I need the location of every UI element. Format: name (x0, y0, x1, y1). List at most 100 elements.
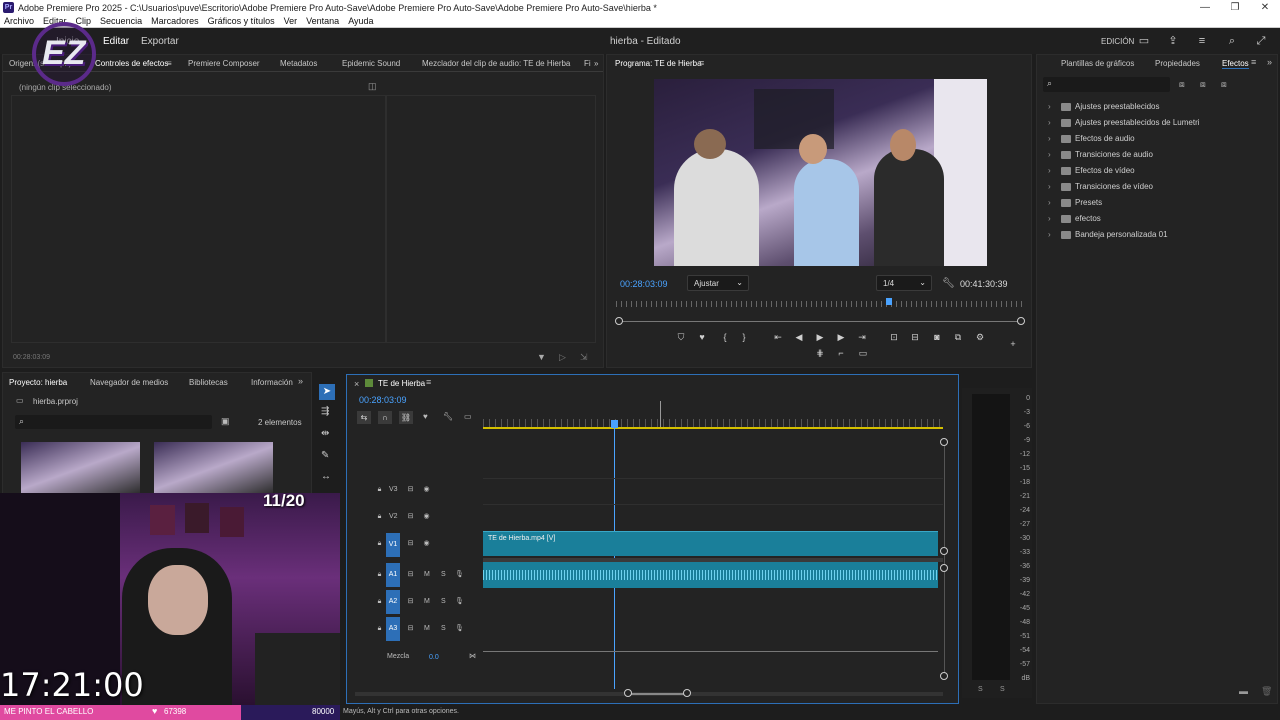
eye-icon[interactable]: ◉ (421, 484, 432, 495)
tab-informacion[interactable]: Información (251, 378, 293, 387)
work-area-bar[interactable] (483, 427, 943, 429)
wrench-icon[interactable]: 🔧︎ (942, 278, 955, 289)
meter-solo-right[interactable]: S (1000, 686, 1005, 693)
menu-secuencia[interactable]: Secuencia (100, 16, 142, 26)
linked-selection-icon[interactable]: ⛓ (399, 411, 413, 424)
track-name[interactable]: V3 (389, 486, 398, 493)
play-audio-icon[interactable]: ▷ (559, 352, 566, 363)
project-thumbnail[interactable] (21, 442, 140, 494)
go-to-in-icon[interactable]: ⇤ (771, 332, 785, 343)
add-marker-icon[interactable]: ♥ (423, 412, 428, 421)
sync-lock-icon[interactable]: ⊟ (405, 569, 416, 580)
program-zoom-bar[interactable] (619, 321, 1022, 322)
effects-folder-item[interactable]: › Transiciones de vídeo (1048, 182, 1153, 191)
zoom-handle-right[interactable] (1017, 317, 1025, 325)
32bit-effects-icon[interactable]: ⧈ (1200, 79, 1206, 90)
effects-folder-item[interactable]: › Bandeja personalizada 01 (1048, 230, 1168, 239)
vertical-scrollbar[interactable] (944, 441, 945, 677)
tab-proyecto[interactable]: Proyecto: hierba (9, 378, 67, 387)
mic-icon[interactable]: 🎙︎ (454, 596, 465, 607)
solo-button[interactable]: S (441, 625, 446, 632)
yuv-effects-icon[interactable]: ⧈ (1221, 79, 1227, 90)
workspace-panel-icon[interactable]: ▭ (1137, 34, 1151, 48)
audio-clip[interactable] (483, 562, 938, 588)
lock-icon[interactable]: 🔒︎ (374, 538, 385, 549)
scroll-handle[interactable] (940, 438, 948, 446)
compare-icon[interactable]: ⧉ (951, 332, 965, 343)
resolution-dropdown[interactable]: 1/4 ⌄ (876, 275, 932, 291)
timeline-timecode[interactable]: 00:28:03:09 (359, 395, 407, 405)
track-select-tool-icon[interactable]: ⇶ (321, 406, 329, 417)
sync-lock-icon[interactable]: ⊟ (405, 538, 416, 549)
tab-navegador-medios[interactable]: Navegador de medios (90, 378, 168, 387)
scroll-handle[interactable] (940, 672, 948, 680)
sequence-name[interactable]: TE de Hierba (378, 379, 425, 388)
effects-search-input[interactable]: ⌕ (1043, 77, 1170, 92)
tab-efectos[interactable]: Efectos (1222, 59, 1249, 69)
lock-icon[interactable]: 🔒︎ (374, 596, 385, 607)
add-marker-icon[interactable]: ♥ (695, 332, 709, 342)
tab-editar[interactable]: Editar (103, 36, 129, 47)
mic-icon[interactable]: 🎙︎ (454, 623, 465, 634)
workspace-label[interactable]: EDICIÓN (1101, 37, 1134, 46)
mute-button[interactable]: M (424, 571, 430, 578)
program-timecode[interactable]: 00:28:03:09 (620, 279, 668, 289)
fullscreen-icon[interactable]: ⤢ (1254, 34, 1268, 48)
effects-folder-item[interactable]: › Efectos de audio (1048, 134, 1135, 143)
project-search-input[interactable]: ⌕ (15, 415, 212, 429)
tab-bibliotecas[interactable]: Bibliotecas (189, 378, 228, 387)
mute-button[interactable]: M (424, 598, 430, 605)
sync-lock-icon[interactable]: ⊟ (405, 511, 416, 522)
snap-icon[interactable]: ∩ (378, 411, 392, 424)
mark-out-icon[interactable]: } (737, 332, 751, 342)
slip-tool-icon[interactable]: ↔ (321, 471, 331, 482)
zoom-handle-left[interactable] (615, 317, 623, 325)
settings-icon[interactable]: ⚙ (973, 332, 987, 343)
close-sequence-icon[interactable]: × (354, 379, 359, 389)
eye-icon[interactable]: ◉ (421, 511, 432, 522)
menu-lines-icon[interactable]: ≡ (699, 58, 704, 68)
filter-icon[interactable]: ▼ (537, 352, 546, 362)
wrench-icon[interactable]: 🔧︎ (443, 412, 453, 421)
effects-folder-item[interactable]: › efectos (1048, 214, 1101, 223)
razor-tool-icon[interactable]: ✎ (321, 450, 329, 461)
lock-icon[interactable]: 🔒︎ (374, 569, 385, 580)
panel-toggle-icon[interactable]: ◫ (368, 81, 377, 92)
chevrons-right-icon[interactable]: » (298, 376, 303, 386)
ripple-edit-tool-icon[interactable]: ⇹ (321, 428, 329, 439)
zoom-handle-right[interactable] (683, 689, 691, 697)
eye-icon[interactable]: ◉ (421, 538, 432, 549)
sync-lock-icon[interactable]: ⊟ (405, 623, 416, 634)
project-thumbnail[interactable] (154, 442, 273, 494)
menu-ayuda[interactable]: Ayuda (348, 16, 373, 26)
mix-expand-icon[interactable]: ⋈ (467, 651, 478, 662)
go-to-out-icon[interactable]: ⇥ (855, 332, 869, 343)
menu-lines-icon[interactable]: ≡ (426, 377, 431, 387)
step-back-icon[interactable]: ◀ (792, 332, 806, 343)
scroll-handle[interactable] (940, 564, 948, 572)
tab-audio-clip-mixer[interactable]: Mezclador del clip de audio: TE de Hierb… (422, 59, 570, 68)
zoom-handle-left[interactable] (624, 689, 632, 697)
effects-folder-item[interactable]: › Presets (1048, 198, 1102, 207)
export-icon[interactable]: ⇲ (580, 352, 588, 363)
bin-icon[interactable]: ▣ (221, 416, 230, 427)
close-button[interactable]: ✕ (1250, 0, 1280, 15)
extract-icon[interactable]: ⊟ (908, 332, 922, 343)
chevrons-right-icon[interactable]: » (1267, 57, 1272, 67)
menu-marcadores[interactable]: Marcadores (151, 16, 199, 26)
track-target-a3[interactable]: A3 (386, 617, 400, 641)
video-clip[interactable]: TE de Hierba.mp4 [V] (483, 531, 938, 556)
trash-icon[interactable]: 🗑︎ (1261, 686, 1272, 697)
fit-dropdown[interactable]: Ajustar ⌄ (687, 275, 749, 291)
new-folder-icon[interactable]: ▬ (1239, 686, 1248, 696)
lift-icon[interactable]: ⊡ (887, 332, 901, 343)
effects-folder-item[interactable]: › Efectos de vídeo (1048, 166, 1135, 175)
scroll-handle[interactable] (940, 547, 948, 555)
horizontal-scroll-thumb[interactable] (628, 693, 686, 695)
tab-premiere-composer[interactable]: Premiere Composer (188, 59, 260, 68)
mic-icon[interactable]: 🎙︎ (454, 569, 465, 580)
program-ruler[interactable] (616, 301, 1023, 307)
tab-controles-efectos[interactable]: Controles de efectos (95, 59, 168, 68)
effects-folder-item[interactable]: › Ajustes preestablecidos de Lumetri (1048, 118, 1200, 127)
nest-icon[interactable]: ⇆ (357, 411, 371, 424)
